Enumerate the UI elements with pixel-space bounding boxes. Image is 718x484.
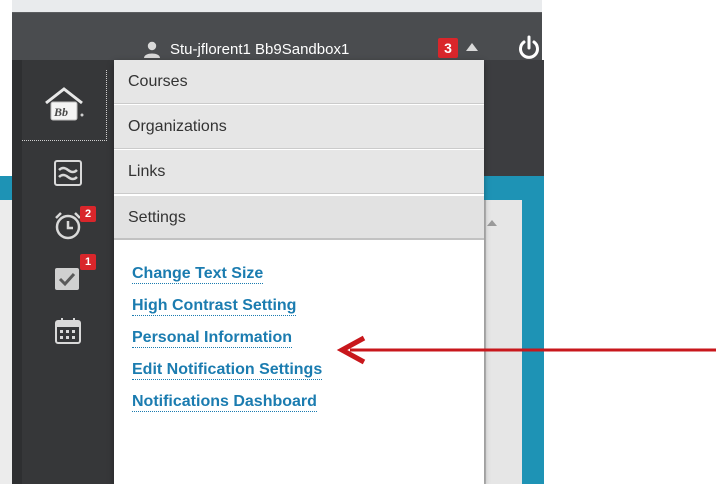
user-name: Stu-jflorent1 Bb9Sandbox1 [170, 40, 350, 58]
sidebar-edge [12, 60, 22, 484]
sidebar-badge-due: 2 [80, 206, 96, 222]
sidebar-item-home[interactable]: Bb [22, 70, 107, 141]
link-edit-notification-settings[interactable]: Edit Notification Settings [132, 354, 323, 386]
content-panel-right [484, 200, 522, 484]
notification-count-badge[interactable]: 3 [438, 38, 458, 58]
bb-home-icon: Bb [45, 87, 84, 121]
sidebar-item-due-dates[interactable]: 2 [22, 200, 114, 250]
link-label: High Contrast Setting [132, 297, 297, 316]
logout-power-icon[interactable] [517, 35, 541, 61]
link-notifications-dashboard[interactable]: Notifications Dashboard [132, 386, 322, 418]
link-label: Notifications Dashboard [132, 393, 317, 412]
settings-links: Change Text Size High Contrast Setting P… [132, 258, 323, 418]
link-label: Personal Information [132, 329, 293, 348]
sidebar-item-stream[interactable] [22, 148, 114, 198]
grades-check-icon [55, 268, 79, 290]
scroll-up-arrow-icon[interactable] [487, 220, 497, 226]
link-label: Edit Notification Settings [132, 361, 323, 380]
menu-item-courses[interactable]: Courses [114, 60, 484, 104]
link-personal-information[interactable]: Personal Information [132, 322, 322, 354]
browser-top-strip [12, 0, 542, 12]
page-background-top-right [484, 60, 544, 176]
global-nav-menu: Courses Organizations Links Settings Cha… [114, 60, 484, 484]
link-change-text-size[interactable]: Change Text Size [132, 258, 322, 290]
sidebar-item-grades[interactable]: 1 [22, 252, 114, 302]
menu-item-links[interactable]: Links [114, 150, 484, 194]
calendar-icon [55, 318, 81, 344]
caret-up-icon[interactable] [466, 43, 478, 51]
sidebar-badge-grades: 1 [80, 254, 96, 270]
menu-item-settings[interactable]: Settings [114, 196, 484, 240]
header-bar: Stu-jflorent1 Bb9Sandbox1 3 [12, 12, 542, 61]
sidebar-item-calendar[interactable] [22, 306, 114, 356]
menu-item-organizations[interactable]: Organizations [114, 105, 484, 149]
stream-icon [54, 160, 82, 186]
svg-text:Bb: Bb [53, 105, 68, 119]
alarm-clock-icon [55, 212, 81, 240]
link-label: Change Text Size [132, 265, 264, 284]
user-menu-toggle[interactable]: Stu-jflorent1 Bb9Sandbox1 [142, 36, 349, 62]
sidebar: Bb 2 1 [22, 60, 114, 484]
user-icon [144, 41, 160, 58]
link-high-contrast-setting[interactable]: High Contrast Setting [132, 290, 322, 322]
